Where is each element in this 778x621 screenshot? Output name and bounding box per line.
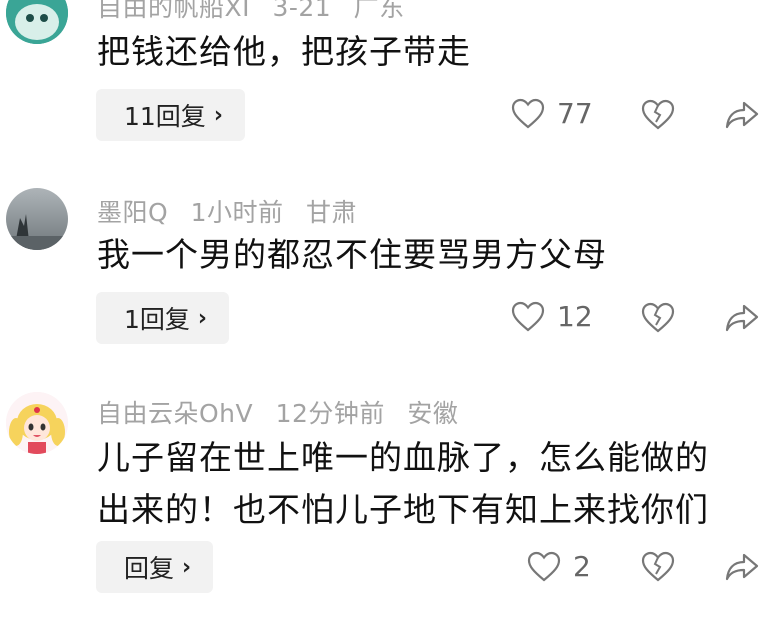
comment-time: 3-21 xyxy=(272,0,332,22)
heart-icon xyxy=(527,551,561,581)
reply-button[interactable]: 回复 › xyxy=(96,541,214,593)
heart-icon xyxy=(511,98,545,128)
avatar[interactable] xyxy=(6,188,68,250)
like-button[interactable]: 2 xyxy=(527,550,591,583)
reply-button[interactable]: 11回复 › xyxy=(96,89,245,141)
comment-location: 安徽 xyxy=(407,399,459,428)
username[interactable]: 墨阳Q xyxy=(97,198,168,227)
username[interactable]: 自由云朵OhV xyxy=(97,399,253,428)
like-button[interactable]: 12 xyxy=(511,300,593,333)
reply-label: 1回复 xyxy=(124,305,190,334)
share-icon xyxy=(725,101,759,129)
anime-girl-avatar-icon xyxy=(6,392,68,454)
reply-label: 回复 xyxy=(124,554,175,583)
comment-text-line: 儿子留在世上唯一的血脉了，怎么能做的 xyxy=(97,438,709,477)
chevron-right-icon: › xyxy=(213,102,223,128)
comment-meta: 自由云朵OhV 12分钟前 安徽 xyxy=(97,394,472,430)
like-count: 77 xyxy=(557,97,593,130)
share-button[interactable] xyxy=(724,99,760,135)
chevron-right-icon: › xyxy=(197,305,207,331)
share-icon xyxy=(725,553,759,581)
share-button[interactable] xyxy=(724,551,760,587)
share-icon xyxy=(725,304,759,332)
broken-heart-icon xyxy=(641,551,675,582)
dislike-button[interactable] xyxy=(641,99,675,135)
comment-time: 1小时前 xyxy=(190,198,284,227)
comment-meta: 墨阳Q 1小时前 甘肃 xyxy=(97,193,371,229)
like-button[interactable]: 77 xyxy=(511,97,593,130)
comment-location: 甘肃 xyxy=(306,198,358,227)
dislike-button[interactable] xyxy=(641,551,675,587)
comment-location: 广东 xyxy=(353,0,405,22)
broken-heart-icon xyxy=(641,99,675,130)
avatar[interactable] xyxy=(6,0,68,44)
comment-time: 12分钟前 xyxy=(275,399,385,428)
username[interactable]: 自由的帆船XI xyxy=(97,0,250,22)
avatar[interactable] xyxy=(6,392,68,454)
misty-landscape-avatar-icon xyxy=(6,188,68,250)
comment-text: 把钱还给他，把孩子带走 xyxy=(97,32,471,71)
reply-label: 11回复 xyxy=(124,102,206,131)
comment-text-line: 出来的！也不怕儿子地下有知上来找你们 xyxy=(97,490,709,529)
heart-icon xyxy=(511,301,545,331)
like-count: 12 xyxy=(557,300,593,333)
like-count: 2 xyxy=(573,550,591,583)
reply-button[interactable]: 1回复 › xyxy=(96,292,229,344)
dislike-button[interactable] xyxy=(641,302,675,338)
broken-heart-icon xyxy=(641,302,675,333)
comment-meta: 自由的帆船XI 3-21 广东 xyxy=(97,0,419,24)
share-button[interactable] xyxy=(724,302,760,338)
comment-text: 我一个男的都忍不住要骂男方父母 xyxy=(97,235,607,274)
teal-cartoon-avatar-icon xyxy=(6,0,68,44)
comment-text: 儿子留在世上唯一的血脉了，怎么能做的 出来的！也不怕儿子地下有知上来找你们 xyxy=(97,432,757,536)
chevron-right-icon: › xyxy=(182,554,192,580)
